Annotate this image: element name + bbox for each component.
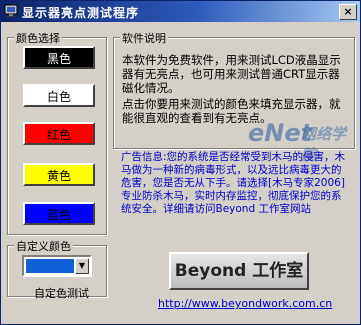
beyond-studio-button[interactable]: Beyond 工作室 bbox=[169, 252, 309, 290]
info-paragraph-2: 点击你要用来测试的颜色来填充显示器，就能很直观的查看到有无亮点。 bbox=[122, 97, 341, 125]
white-color-button[interactable]: 白色 bbox=[23, 84, 95, 107]
main-window: 显示器亮点测试程序 × 颜色选择 黑色 白色 红色 黄色 蓝色 软件说明 本软件… bbox=[0, 0, 361, 325]
ad-text: 广告信息:您的系统是否经常受到木马的侵害，木马做为一种新的病毒形式，以及远比病毒… bbox=[121, 151, 346, 215]
color-swatch bbox=[26, 259, 74, 273]
custom-color-test-label[interactable]: 自定色测试 bbox=[34, 285, 89, 301]
title-bar[interactable]: 显示器亮点测试程序 × bbox=[1, 1, 360, 22]
red-color-button[interactable]: 红色 bbox=[23, 122, 95, 145]
yellow-color-button[interactable]: 黄色 bbox=[23, 163, 95, 186]
info-label: 软件说明 bbox=[120, 30, 168, 46]
website-link[interactable]: http://www.beyondwork.com.cn bbox=[158, 297, 332, 310]
color-select-label: 颜色选择 bbox=[14, 30, 62, 46]
chevron-down-icon[interactable]: ▼ bbox=[75, 258, 89, 274]
monitor-icon bbox=[4, 4, 18, 17]
blue-color-button[interactable]: 蓝色 bbox=[23, 202, 95, 225]
black-color-button[interactable]: 黑色 bbox=[23, 46, 95, 69]
close-button[interactable]: × bbox=[339, 4, 357, 20]
info-paragraph-1: 本软件为免费软件，用来测试LCD液晶显示器有无亮点，也可用来测试普通CRT显示器… bbox=[122, 53, 341, 95]
custom-color-picker[interactable]: ▼ bbox=[22, 255, 92, 277]
custom-color-label: 自定义颜色 bbox=[14, 238, 73, 254]
window-title: 显示器亮点测试程序 bbox=[22, 6, 140, 20]
color-select-group: 颜色选择 黑色 白色 红色 黄色 蓝色 bbox=[7, 30, 107, 235]
